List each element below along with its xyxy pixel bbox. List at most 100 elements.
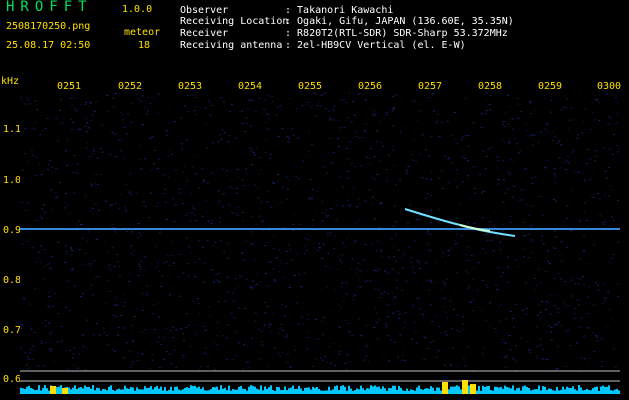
level-bar <box>102 389 104 394</box>
level-bar <box>440 390 442 394</box>
level-bar <box>190 385 192 394</box>
level-bar <box>376 386 378 394</box>
noise-speck <box>594 160 596 162</box>
noise-speck <box>150 192 153 194</box>
noise-speck <box>24 153 27 155</box>
noise-speck <box>392 225 395 227</box>
noise-speck <box>130 331 133 333</box>
noise-speck <box>68 213 71 215</box>
noise-speck <box>90 263 93 265</box>
noise-speck <box>374 307 377 309</box>
noise-speck <box>306 348 309 350</box>
noise-speck <box>291 128 294 130</box>
noise-speck <box>225 337 228 339</box>
noise-speck <box>307 233 310 235</box>
noise-speck <box>340 99 343 101</box>
noise-speck <box>232 300 235 302</box>
noise-speck <box>442 252 445 254</box>
noise-speck <box>508 335 511 336</box>
noise-speck <box>223 101 225 103</box>
noise-speck <box>462 323 465 325</box>
noise-speck <box>133 316 136 318</box>
noise-speck <box>495 284 498 286</box>
noise-speck <box>347 158 350 160</box>
noise-speck <box>373 270 376 271</box>
noise-speck <box>504 213 507 215</box>
noise-speck <box>466 272 469 274</box>
noise-speck <box>147 97 150 99</box>
noise-speck <box>432 110 435 112</box>
level-bar <box>362 388 364 394</box>
noise-speck <box>366 280 369 281</box>
noise-speck <box>182 171 185 173</box>
noise-speck <box>266 95 269 97</box>
level-bar <box>158 388 160 394</box>
noise-speck <box>586 361 589 363</box>
noise-speck <box>542 358 545 360</box>
noise-speck <box>393 205 396 207</box>
noise-speck <box>616 121 619 123</box>
noise-speck <box>495 235 498 237</box>
noise-speck <box>405 280 408 282</box>
level-bar <box>406 388 408 394</box>
noise-speck <box>40 340 43 342</box>
noise-speck <box>171 240 174 242</box>
noise-speck <box>210 172 213 174</box>
noise-speck <box>70 97 73 99</box>
noise-speck <box>185 215 188 216</box>
noise-speck <box>295 108 298 110</box>
noise-speck <box>198 258 201 260</box>
noise-speck <box>71 250 74 251</box>
noise-speck <box>106 251 109 253</box>
noise-speck <box>539 318 542 320</box>
noise-speck <box>265 122 268 123</box>
noise-speck <box>390 339 393 341</box>
level-bar <box>424 388 426 394</box>
noise-speck <box>210 269 213 271</box>
noise-speck <box>430 136 433 138</box>
noise-speck <box>509 310 512 312</box>
noise-speck <box>25 97 28 99</box>
noise-speck <box>455 142 458 144</box>
noise-speck <box>195 173 198 175</box>
level-bar <box>574 389 576 394</box>
noise-speck <box>554 324 557 326</box>
noise-speck <box>535 284 538 286</box>
noise-speck <box>65 306 68 308</box>
noise-speck <box>531 144 534 146</box>
noise-speck <box>151 313 154 315</box>
level-bar <box>298 386 300 394</box>
noise-speck <box>139 260 142 262</box>
level-bar <box>460 389 462 394</box>
noise-speck <box>181 148 184 150</box>
noise-speck <box>286 361 289 363</box>
noise-speck <box>196 324 199 326</box>
noise-speck <box>241 179 244 181</box>
noise-speck <box>322 166 325 168</box>
noise-speck <box>320 94 323 96</box>
noise-speck <box>425 178 428 180</box>
noise-speck <box>549 331 552 333</box>
noise-speck <box>279 105 282 107</box>
noise-speck <box>499 241 502 243</box>
noise-speck <box>218 273 220 274</box>
noise-speck <box>208 93 211 95</box>
noise-speck <box>597 289 600 291</box>
noise-speck <box>496 267 499 269</box>
noise-speck <box>391 109 394 111</box>
noise-speck <box>162 174 165 176</box>
noise-speck <box>336 269 339 270</box>
noise-speck <box>72 357 74 359</box>
noise-speck <box>210 222 213 224</box>
noise-speck <box>376 95 379 97</box>
level-bar <box>228 385 230 394</box>
noise-speck <box>123 327 126 329</box>
noise-speck <box>507 123 510 125</box>
level-bar <box>178 389 180 394</box>
noise-speck <box>309 106 312 107</box>
noise-speck <box>529 101 532 102</box>
noise-speck <box>39 215 42 217</box>
level-bar <box>270 385 272 394</box>
noise-speck <box>473 266 475 268</box>
noise-speck <box>269 261 272 263</box>
